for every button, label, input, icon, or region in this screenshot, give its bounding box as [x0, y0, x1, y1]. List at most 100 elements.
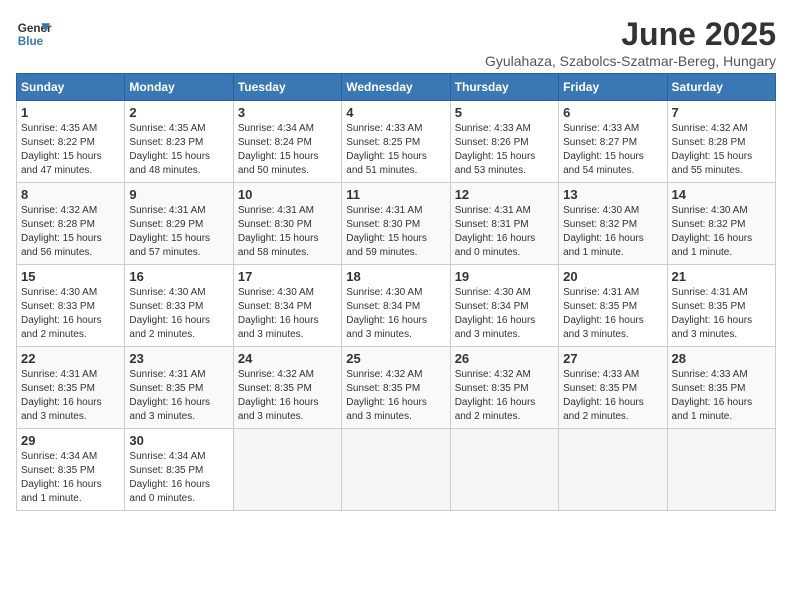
day-number: 26	[455, 351, 554, 366]
day-info: Sunrise: 4:31 AM Sunset: 8:35 PM Dayligh…	[21, 368, 120, 424]
table-row: 29 Sunrise: 4:34 AM Sunset: 8:35 PM Dayli…	[17, 429, 125, 511]
table-row: 23 Sunrise: 4:31 AM Sunset: 8:35 PM Dayli…	[125, 347, 233, 429]
day-number: 5	[455, 105, 554, 120]
table-row: 4Sunrise: 4:33 AM Sunset: 8:25 PM Daylig…	[342, 101, 450, 183]
logo: General Blue	[16, 16, 52, 52]
month-title: June 2025	[485, 16, 776, 53]
table-row: 17 Sunrise: 4:30 AM Sunset: 8:34 PM Dayli…	[233, 265, 341, 347]
day-number: 25	[346, 351, 445, 366]
day-info: Sunrise: 4:32 AM Sunset: 8:35 PM Dayligh…	[455, 368, 554, 424]
day-number: 10	[238, 187, 337, 202]
weekday-header-row: Sunday Monday Tuesday Wednesday Thursday…	[17, 74, 776, 101]
day-number: 2	[129, 105, 228, 120]
day-info: Sunrise: 4:35 AM Sunset: 8:23 PM Dayligh…	[129, 122, 228, 178]
day-number: 19	[455, 269, 554, 284]
calendar-week-1: 1 Sunrise: 4:35 AM Sunset: 8:22 PM Daylig…	[17, 101, 776, 183]
day-info: Sunrise: 4:31 AM Sunset: 8:35 PM Dayligh…	[563, 286, 662, 342]
day-number: 1	[21, 105, 120, 120]
day-number: 12	[455, 187, 554, 202]
location-subtitle: Gyulahaza, Szabolcs-Szatmar-Bereg, Hunga…	[485, 53, 776, 69]
calendar-week-4: 22Sunrise: 4:31 AM Sunset: 8:35 PM Dayli…	[17, 347, 776, 429]
table-row: 21 Sunrise: 4:31 AM Sunset: 8:35 PM Dayli…	[667, 265, 775, 347]
calendar-week-2: 8 Sunrise: 4:32 AM Sunset: 8:28 PM Daylig…	[17, 183, 776, 265]
day-number: 21	[672, 269, 771, 284]
logo-icon: General Blue	[16, 16, 52, 52]
day-number: 7	[672, 105, 771, 120]
table-row: 14Sunrise: 4:30 AM Sunset: 8:32 PM Dayli…	[667, 183, 775, 265]
table-row: 13 Sunrise: 4:30 AM Sunset: 8:32 PM Dayli…	[559, 183, 667, 265]
header-thursday: Thursday	[450, 74, 558, 101]
calendar-table: Sunday Monday Tuesday Wednesday Thursday…	[16, 73, 776, 511]
day-info: Sunrise: 4:30 AM Sunset: 8:34 PM Dayligh…	[238, 286, 337, 342]
day-info: Sunrise: 4:30 AM Sunset: 8:33 PM Dayligh…	[129, 286, 228, 342]
calendar-week-5: 29 Sunrise: 4:34 AM Sunset: 8:35 PM Dayli…	[17, 429, 776, 511]
day-number: 11	[346, 187, 445, 202]
day-number: 23	[129, 351, 228, 366]
header-sunday: Sunday	[17, 74, 125, 101]
day-number: 28	[672, 351, 771, 366]
day-info: Sunrise: 4:31 AM Sunset: 8:29 PM Dayligh…	[129, 204, 228, 260]
day-number: 6	[563, 105, 662, 120]
calendar-week-3: 15 Sunrise: 4:30 AM Sunset: 8:33 PM Dayli…	[17, 265, 776, 347]
table-row	[233, 429, 341, 511]
day-info: Sunrise: 4:30 AM Sunset: 8:34 PM Dayligh…	[346, 286, 445, 342]
table-row: 8 Sunrise: 4:32 AM Sunset: 8:28 PM Daylig…	[17, 183, 125, 265]
day-info: Sunrise: 4:33 AM Sunset: 8:26 PM Dayligh…	[455, 122, 554, 178]
table-row	[342, 429, 450, 511]
table-row: 2 Sunrise: 4:35 AM Sunset: 8:23 PM Daylig…	[125, 101, 233, 183]
day-number: 17	[238, 269, 337, 284]
day-info: Sunrise: 4:33 AM Sunset: 8:35 PM Dayligh…	[672, 368, 771, 424]
day-number: 20	[563, 269, 662, 284]
table-row: 19 Sunrise: 4:30 AM Sunset: 8:34 PM Dayli…	[450, 265, 558, 347]
table-row: 16 Sunrise: 4:30 AM Sunset: 8:33 PM Dayli…	[125, 265, 233, 347]
table-row: 15Sunrise: 4:30 AM Sunset: 8:33 PM Dayli…	[17, 265, 125, 347]
table-row	[667, 429, 775, 511]
day-info: Sunrise: 4:31 AM Sunset: 8:35 PM Dayligh…	[129, 368, 228, 424]
table-row: 18 Sunrise: 4:30 AM Sunset: 8:34 PM Dayli…	[342, 265, 450, 347]
table-row: 12 Sunrise: 4:31 AM Sunset: 8:31 PM Dayli…	[450, 183, 558, 265]
page-header: General Blue June 2025 Gyulahaza, Szabol…	[16, 16, 776, 69]
table-row: 6 Sunrise: 4:33 AM Sunset: 8:27 PM Daylig…	[559, 101, 667, 183]
table-row: 26 Sunrise: 4:32 AM Sunset: 8:35 PM Dayli…	[450, 347, 558, 429]
header-saturday: Saturday	[667, 74, 775, 101]
day-info: Sunrise: 4:32 AM Sunset: 8:35 PM Dayligh…	[238, 368, 337, 424]
header-wednesday: Wednesday	[342, 74, 450, 101]
day-number: 27	[563, 351, 662, 366]
day-number: 30	[129, 433, 228, 448]
table-row: 9Sunrise: 4:31 AM Sunset: 8:29 PM Daylig…	[125, 183, 233, 265]
title-area: June 2025 Gyulahaza, Szabolcs-Szatmar-Be…	[485, 16, 776, 69]
day-info: Sunrise: 4:33 AM Sunset: 8:25 PM Dayligh…	[346, 122, 445, 178]
day-number: 15	[21, 269, 120, 284]
day-info: Sunrise: 4:30 AM Sunset: 8:32 PM Dayligh…	[563, 204, 662, 260]
day-info: Sunrise: 4:34 AM Sunset: 8:35 PM Dayligh…	[21, 450, 120, 506]
table-row: 25 Sunrise: 4:32 AM Sunset: 8:35 PM Dayli…	[342, 347, 450, 429]
day-info: Sunrise: 4:33 AM Sunset: 8:27 PM Dayligh…	[563, 122, 662, 178]
day-number: 29	[21, 433, 120, 448]
day-number: 3	[238, 105, 337, 120]
day-number: 13	[563, 187, 662, 202]
day-info: Sunrise: 4:33 AM Sunset: 8:35 PM Dayligh…	[563, 368, 662, 424]
day-info: Sunrise: 4:35 AM Sunset: 8:22 PM Dayligh…	[21, 122, 120, 178]
table-row: 22Sunrise: 4:31 AM Sunset: 8:35 PM Dayli…	[17, 347, 125, 429]
day-info: Sunrise: 4:30 AM Sunset: 8:34 PM Dayligh…	[455, 286, 554, 342]
day-number: 16	[129, 269, 228, 284]
day-info: Sunrise: 4:32 AM Sunset: 8:35 PM Dayligh…	[346, 368, 445, 424]
table-row: 10Sunrise: 4:31 AM Sunset: 8:30 PM Dayli…	[233, 183, 341, 265]
header-friday: Friday	[559, 74, 667, 101]
table-row: 30Sunrise: 4:34 AM Sunset: 8:35 PM Dayli…	[125, 429, 233, 511]
table-row: 5 Sunrise: 4:33 AM Sunset: 8:26 PM Daylig…	[450, 101, 558, 183]
day-info: Sunrise: 4:34 AM Sunset: 8:24 PM Dayligh…	[238, 122, 337, 178]
svg-text:Blue: Blue	[18, 35, 44, 48]
day-info: Sunrise: 4:32 AM Sunset: 8:28 PM Dayligh…	[21, 204, 120, 260]
day-number: 8	[21, 187, 120, 202]
day-info: Sunrise: 4:31 AM Sunset: 8:35 PM Dayligh…	[672, 286, 771, 342]
table-row: 1 Sunrise: 4:35 AM Sunset: 8:22 PM Daylig…	[17, 101, 125, 183]
table-row: 24Sunrise: 4:32 AM Sunset: 8:35 PM Dayli…	[233, 347, 341, 429]
table-row	[559, 429, 667, 511]
day-info: Sunrise: 4:31 AM Sunset: 8:31 PM Dayligh…	[455, 204, 554, 260]
table-row: 20 Sunrise: 4:31 AM Sunset: 8:35 PM Dayli…	[559, 265, 667, 347]
day-number: 18	[346, 269, 445, 284]
table-row: 3 Sunrise: 4:34 AM Sunset: 8:24 PM Daylig…	[233, 101, 341, 183]
header-tuesday: Tuesday	[233, 74, 341, 101]
day-info: Sunrise: 4:32 AM Sunset: 8:28 PM Dayligh…	[672, 122, 771, 178]
